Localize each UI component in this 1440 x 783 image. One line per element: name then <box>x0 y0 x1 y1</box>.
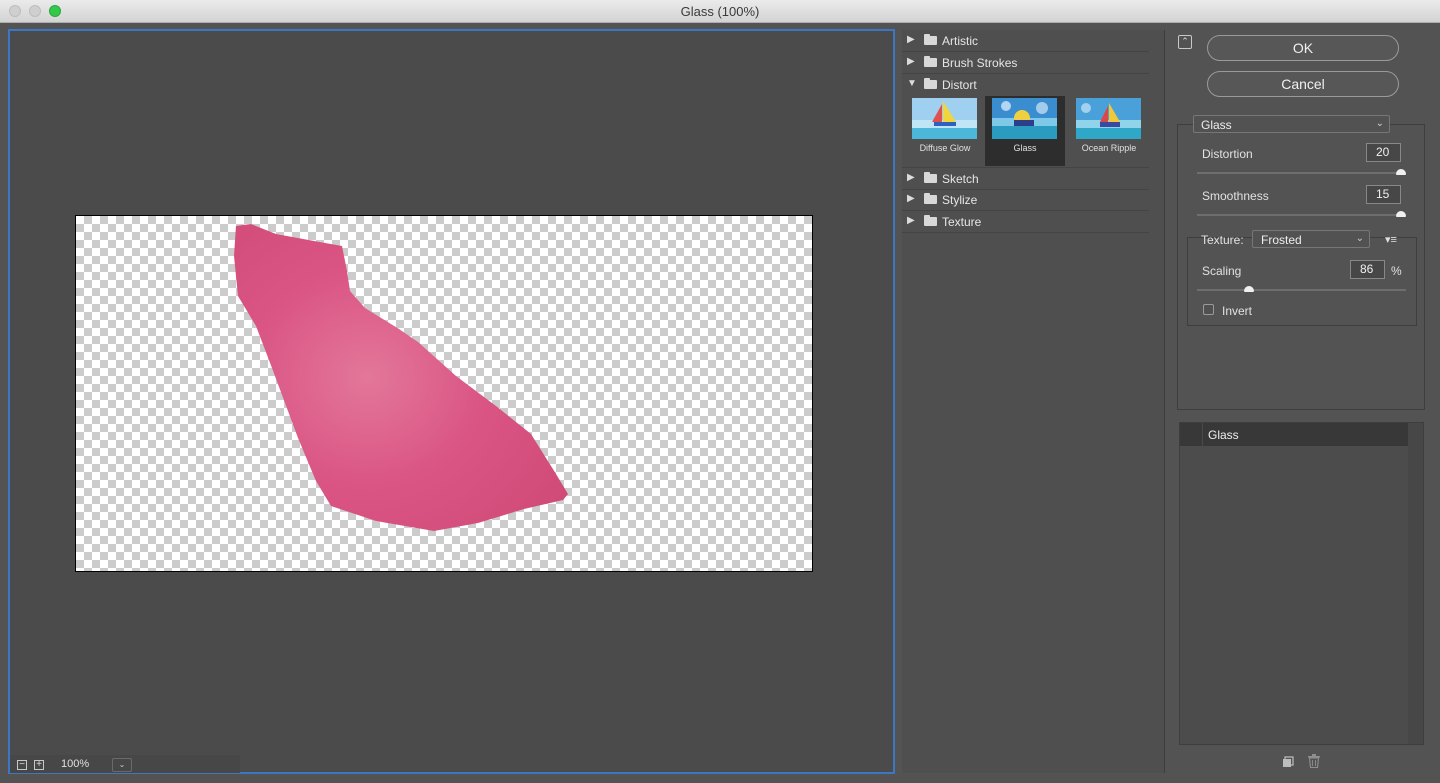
ok-button[interactable]: OK <box>1207 35 1399 61</box>
folder-label: Texture <box>942 215 982 229</box>
scaling-slider-track[interactable] <box>1197 289 1406 291</box>
distortion-slider-track[interactable] <box>1197 172 1406 174</box>
chevron-down-icon: ⌄ <box>1355 233 1364 244</box>
zoom-dropdown[interactable]: ⌄ <box>112 758 132 772</box>
diffuse-glow-thumbnail <box>912 98 977 139</box>
collapse-gallery-button[interactable]: ⌃ <box>1178 35 1192 49</box>
zoom-level: 100% <box>61 758 90 770</box>
folder-icon <box>924 34 937 45</box>
distortion-input[interactable]: 20 <box>1366 143 1401 162</box>
folder-icon <box>924 172 937 183</box>
thumb-glass[interactable]: Glass <box>985 96 1065 166</box>
smoothness-input[interactable]: 15 <box>1366 185 1401 204</box>
preview-canvas[interactable] <box>75 215 813 572</box>
folder-brush-strokes[interactable]: ▶ Brush Strokes <box>902 52 1149 74</box>
expand-arrow-icon[interactable]: ▶ <box>907 56 915 67</box>
expand-arrow-icon[interactable]: ▶ <box>907 215 915 226</box>
zoom-bar: − + 100% ⌄ <box>10 755 240 773</box>
folder-icon <box>924 215 937 226</box>
expand-arrow-icon[interactable]: ▶ <box>907 34 915 45</box>
folder-icon <box>924 78 937 89</box>
invert-label: Invert <box>1222 304 1253 318</box>
folder-label: Artistic <box>942 34 978 48</box>
expand-arrow-icon[interactable]: ▶ <box>907 193 915 204</box>
layer-visibility-toggle[interactable] <box>1180 423 1203 446</box>
distortion-label: Distortion <box>1202 147 1253 161</box>
folder-distort[interactable]: ▼ Distort <box>902 74 1149 95</box>
scaling-input[interactable]: 86 <box>1350 260 1385 279</box>
chevron-down-icon: ⌄ <box>1375 118 1384 129</box>
pink-shape <box>234 224 568 531</box>
texture-label: Texture: <box>1201 233 1244 247</box>
expand-arrow-icon[interactable]: ▶ <box>907 172 915 183</box>
title-bar: Glass (100%) <box>0 0 1440 23</box>
zoom-out-button[interactable]: − <box>17 760 27 770</box>
new-effect-layer-icon[interactable] <box>1282 755 1294 767</box>
thumb-ocean-ripple[interactable]: Ocean Ripple <box>1069 96 1149 166</box>
smoothness-slider-track[interactable] <box>1197 214 1406 216</box>
folder-icon <box>924 193 937 204</box>
folder-icon <box>924 56 937 67</box>
thumb-label: Glass <box>1013 143 1037 153</box>
folder-artistic[interactable]: ▶ Artistic <box>902 30 1149 52</box>
texture-select[interactable]: Frosted ⌄ <box>1252 230 1370 248</box>
effect-layer-name: Glass <box>1208 428 1239 442</box>
scaling-unit: % <box>1391 264 1402 278</box>
folder-texture[interactable]: ▶ Texture <box>902 211 1149 233</box>
folder-stylize[interactable]: ▶ Stylize <box>902 189 1149 211</box>
invert-checkbox[interactable] <box>1203 304 1214 315</box>
filter-select-value: Glass <box>1201 118 1232 132</box>
thumb-diffuse-glow[interactable]: Diffuse Glow <box>905 96 985 166</box>
glass-thumbnail <box>992 98 1057 139</box>
texture-menu-icon[interactable]: ▾≡ <box>1385 233 1397 246</box>
window-title: Glass (100%) <box>680 4 760 19</box>
layers-scrollbar[interactable] <box>1408 423 1423 744</box>
folder-label: Brush Strokes <box>942 56 1018 70</box>
ocean-ripple-thumbnail <box>1076 98 1141 139</box>
filter-select[interactable]: Glass ⌄ <box>1193 115 1390 133</box>
scaling-label: Scaling <box>1202 264 1242 278</box>
folder-label: Distort <box>942 78 977 92</box>
folder-label: Stylize <box>942 193 978 207</box>
delete-effect-layer-icon[interactable] <box>1308 754 1320 769</box>
texture-select-value: Frosted <box>1261 233 1302 247</box>
effect-layers-panel <box>1179 422 1424 745</box>
thumb-label: Diffuse Glow <box>919 143 971 153</box>
folder-label: Sketch <box>942 172 979 186</box>
zoom-in-button[interactable]: + <box>34 760 44 770</box>
collapse-arrow-icon[interactable]: ▼ <box>907 78 917 89</box>
smoothness-label: Smoothness <box>1202 189 1269 203</box>
filter-gallery: ▶ Artistic ▶ Brush Strokes ▼ Distort Dif… <box>902 30 1165 773</box>
cancel-button[interactable]: Cancel <box>1207 71 1399 97</box>
folder-sketch[interactable]: ▶ Sketch <box>902 167 1149 190</box>
thumb-label: Ocean Ripple <box>1081 143 1137 153</box>
